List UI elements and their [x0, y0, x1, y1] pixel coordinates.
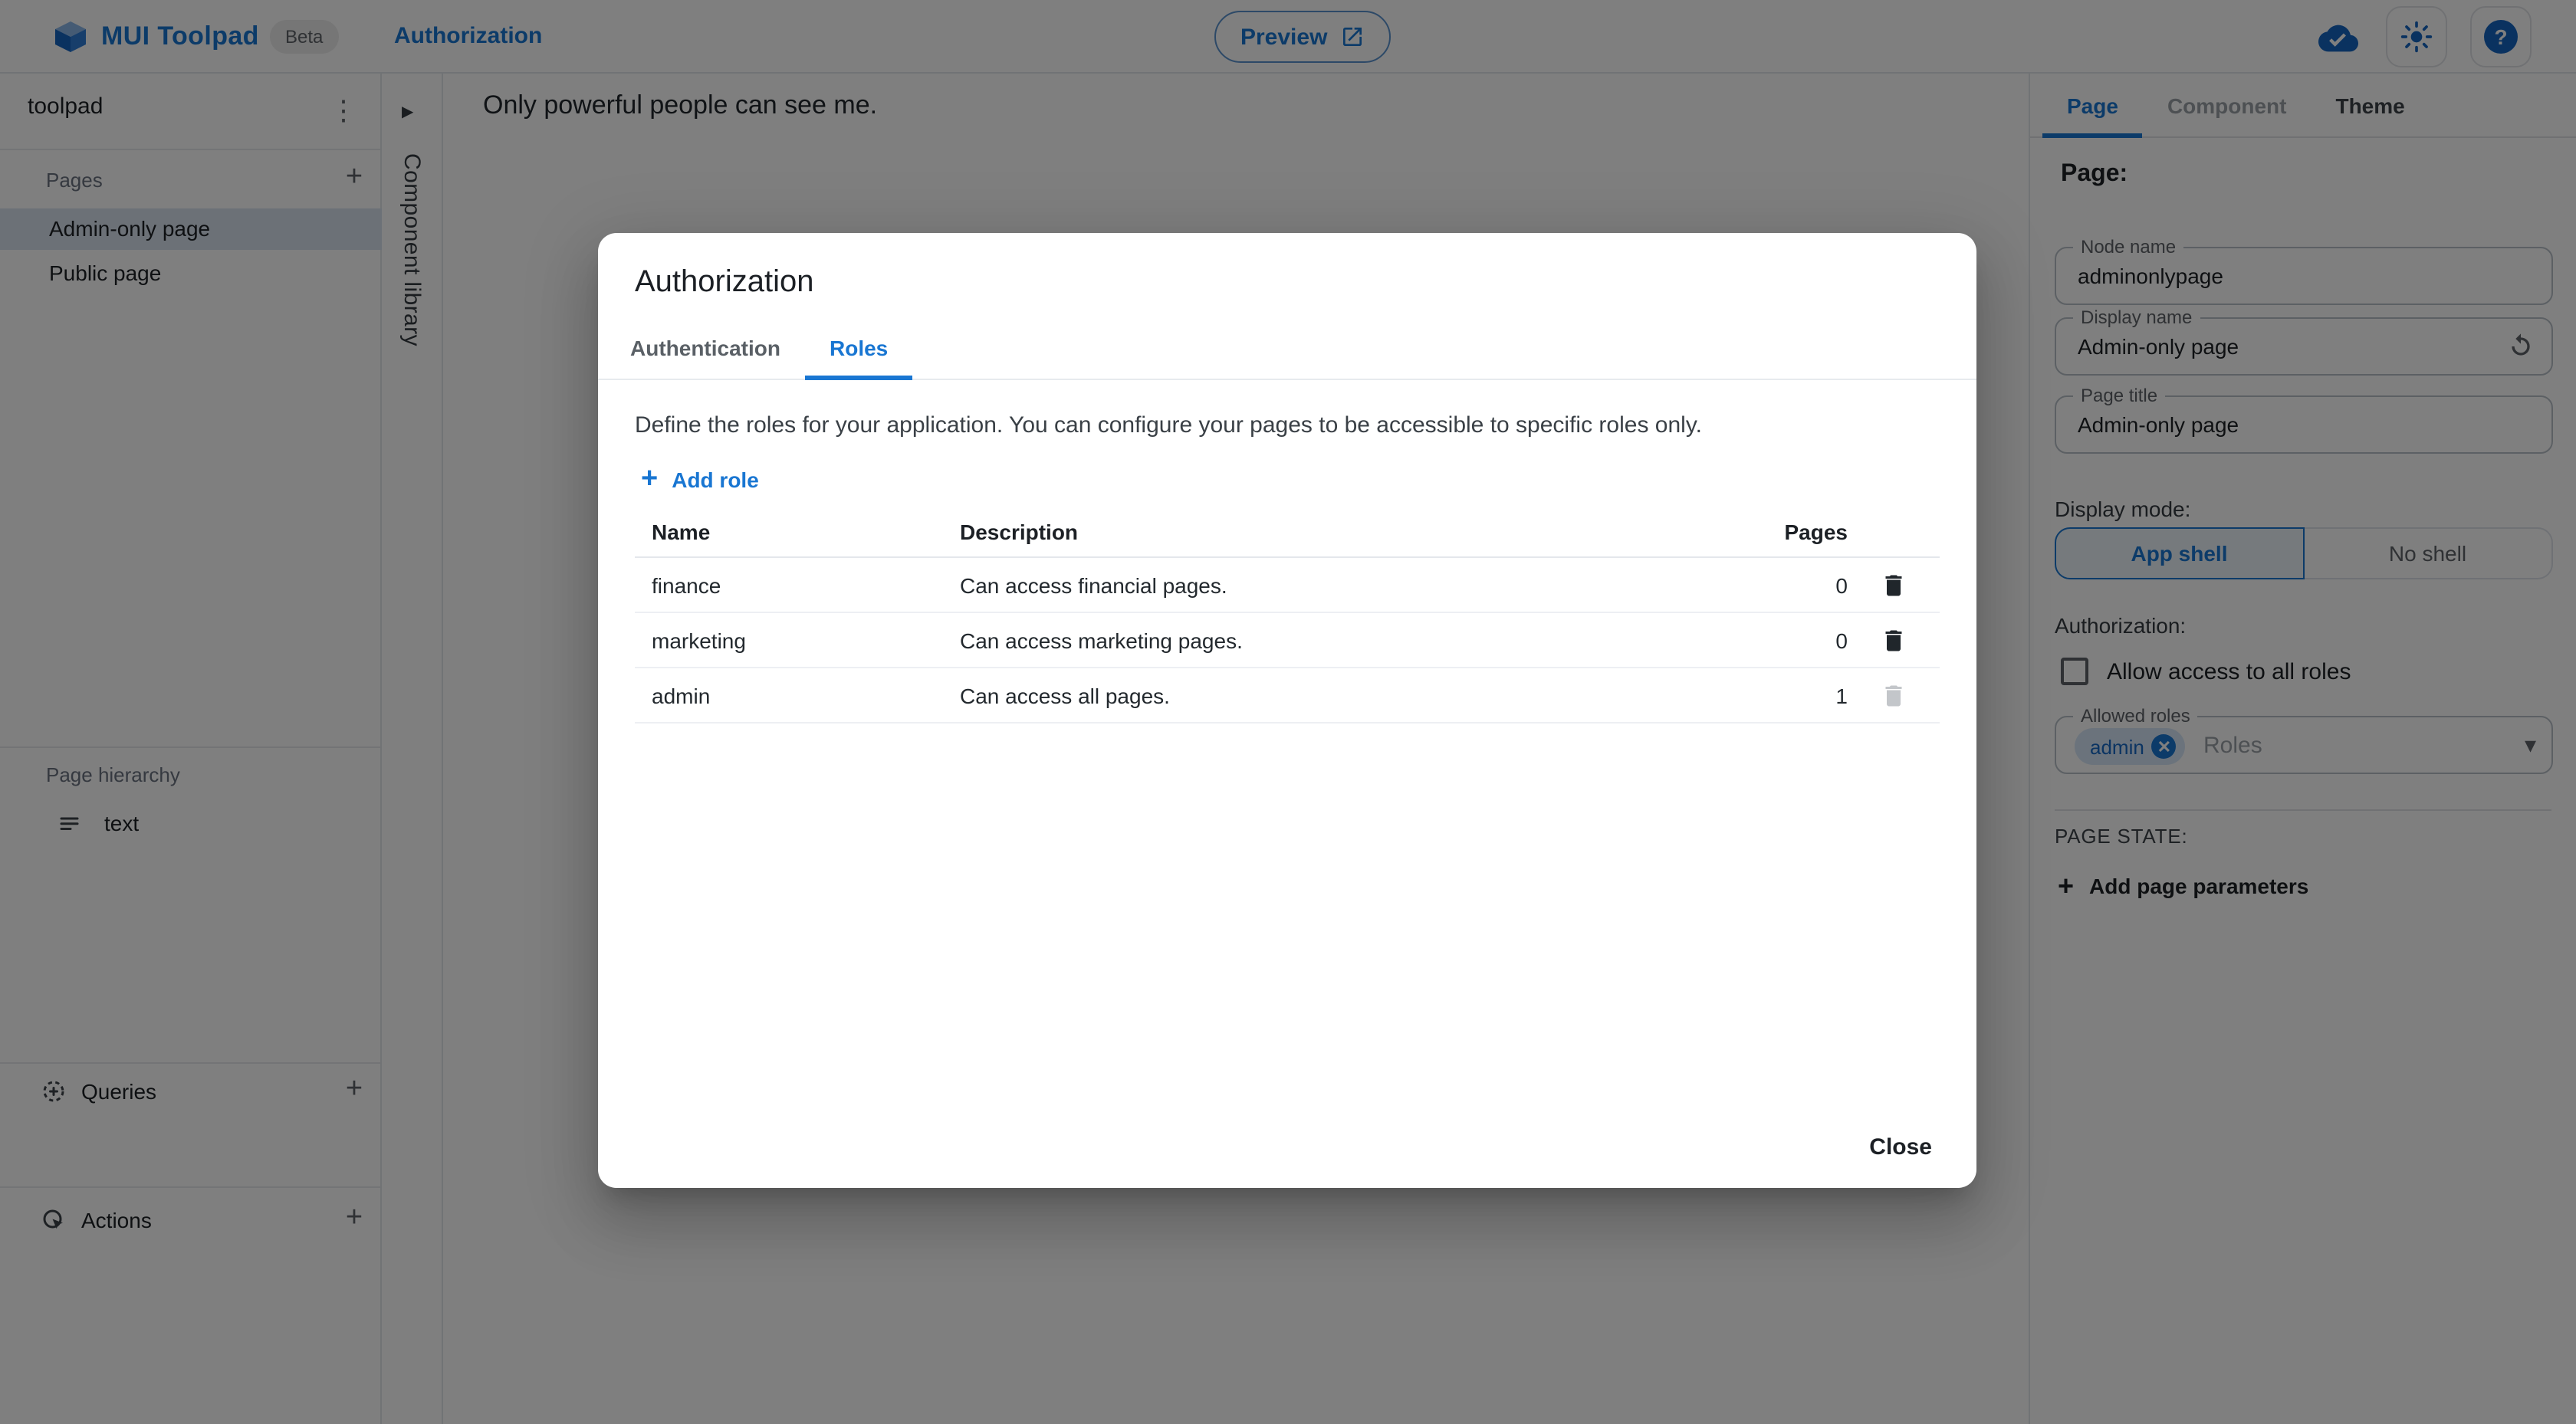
tab-authentication-label: Authentication — [630, 336, 780, 360]
dialog-title: Authorization — [635, 265, 814, 299]
role-pages-count: 1 — [1835, 683, 1848, 707]
roles-description: Define the roles for your application. Y… — [635, 412, 1702, 438]
close-button[interactable]: Close — [1857, 1120, 1944, 1173]
role-description: Can access all pages. — [960, 683, 1170, 707]
table-header-row: Name Description Pages — [635, 506, 1940, 558]
app-root: MUI Toolpad Beta Authorization Preview — [0, 0, 2576, 1424]
table-row-finance: finance Can access financial pages. 0 — [635, 558, 1940, 613]
delete-icon[interactable] — [1880, 571, 1907, 599]
roles-table: Name Description Pages finance Can acces… — [635, 506, 1940, 723]
plus-icon: + — [641, 463, 659, 495]
role-description: Can access marketing pages. — [960, 628, 1243, 652]
role-pages-count: 0 — [1835, 573, 1848, 597]
tab-authentication[interactable]: Authentication — [606, 319, 805, 380]
delete-icon[interactable] — [1880, 626, 1907, 654]
dialog-tabs: Authentication Roles — [598, 319, 1976, 380]
col-header-pages: Pages — [1784, 519, 1848, 543]
delete-icon-disabled — [1885, 684, 1902, 706]
col-header-description: Description — [960, 519, 1079, 543]
role-name: admin — [652, 683, 711, 707]
role-name: marketing — [652, 628, 746, 652]
table-row-admin: admin Can access all pages. 1 — [635, 668, 1940, 723]
tab-roles[interactable]: Roles — [805, 319, 913, 380]
role-pages-count: 0 — [1835, 628, 1848, 652]
authorization-dialog: Authorization Authentication Roles Defin… — [598, 233, 1976, 1188]
role-name: finance — [652, 573, 721, 597]
active-tab-indicator — [805, 376, 913, 380]
tab-roles-label: Roles — [830, 336, 889, 360]
col-header-name: Name — [652, 519, 711, 543]
table-row-marketing: marketing Can access marketing pages. 0 — [635, 613, 1940, 668]
role-description: Can access financial pages. — [960, 573, 1227, 597]
add-role-label: Add role — [672, 468, 759, 492]
add-role-button[interactable]: + Add role — [641, 457, 759, 503]
